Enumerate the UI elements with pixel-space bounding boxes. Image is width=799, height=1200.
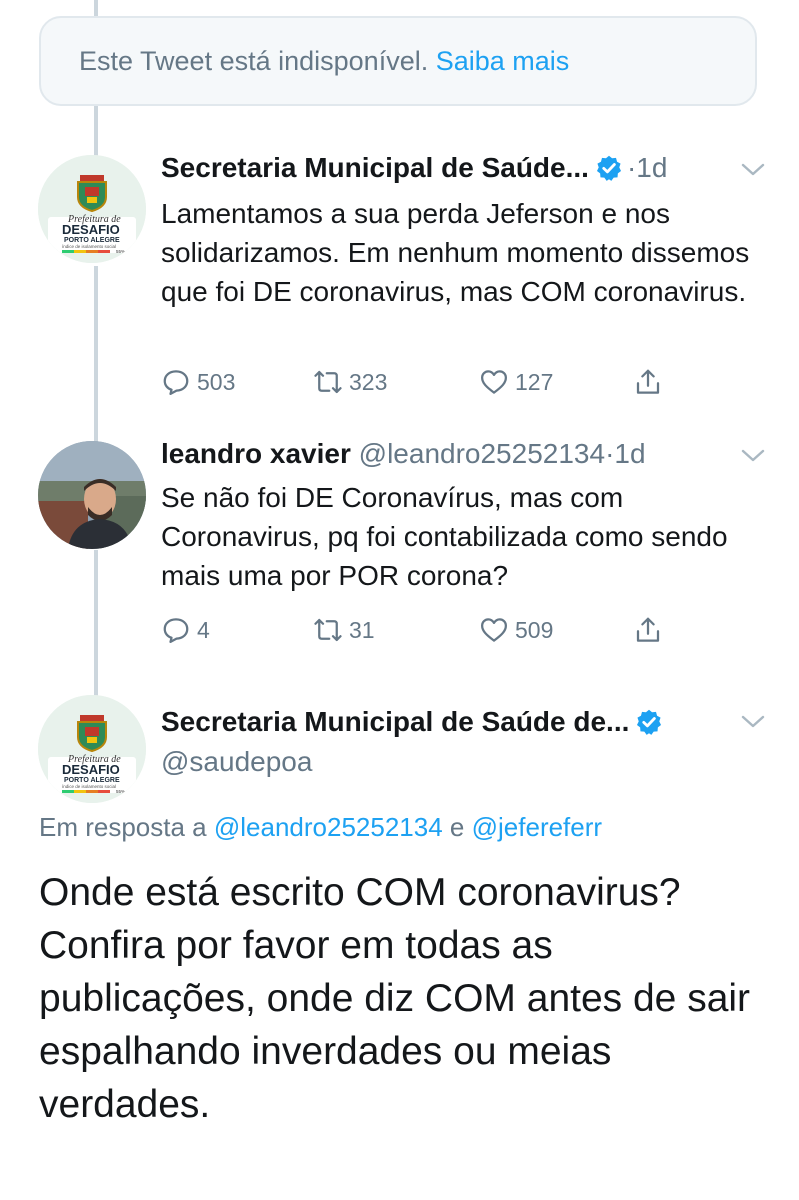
avatar[interactable]	[38, 441, 146, 549]
reply-prefix: Em resposta a	[39, 812, 207, 842]
retweet-button[interactable]: 323	[313, 362, 387, 402]
avatar[interactable]: Prefeitura de DESAFIO PORTO ALEGRE índic…	[38, 155, 146, 263]
verified-badge-icon	[637, 709, 662, 735]
verified-badge-icon	[596, 155, 621, 181]
tweet-header: leandro xavier @leandro25252134·1d	[161, 436, 646, 472]
reply-count: 503	[197, 368, 236, 395]
author-name[interactable]: Secretaria Municipal de Saúde de...	[161, 706, 629, 737]
tweet-header: Secretaria Municipal de Saúde... ·1d	[161, 150, 667, 186]
separator-dot: ·	[605, 438, 615, 469]
avatar-logo-line4: índice de isolamento social	[62, 784, 116, 789]
separator-dot: ·	[626, 152, 637, 183]
tweet-actions: 4 31 509	[161, 610, 681, 650]
retweet-count: 323	[349, 368, 388, 395]
heart-icon	[481, 370, 507, 394]
thread-line-top	[94, 0, 98, 16]
chevron-down-icon[interactable]	[740, 448, 766, 464]
mention-link[interactable]: @leandro25252134	[214, 812, 443, 842]
reply-icon	[163, 370, 189, 395]
reply-context: Em resposta a @leandro25252134 e @jefere…	[39, 812, 602, 843]
like-button[interactable]: 127	[479, 362, 553, 402]
author-handle[interactable]: @leandro25252134	[359, 438, 605, 469]
tweet-text: Se não foi DE Coronavírus, mas com Coron…	[161, 482, 728, 591]
reply-button[interactable]: 4	[161, 610, 210, 650]
avatar-logo-line4: índice de isolamento social	[62, 244, 116, 249]
reply-conjunction: e	[449, 812, 465, 842]
timestamp[interactable]: 1d	[614, 438, 645, 469]
thread-line-connector	[94, 550, 98, 696]
learn-more-link[interactable]: Saiba mais	[436, 46, 570, 76]
thread-line-connector	[94, 106, 98, 156]
avatar-logo-line2: DESAFIO	[62, 762, 120, 777]
unavailable-tweet-notice: Este Tweet está indisponível. Saiba mais	[39, 16, 757, 106]
avatar[interactable]: Prefeitura de DESAFIO PORTO ALEGRE índic…	[38, 695, 146, 803]
avatar-logo-line3: PORTO ALEGRE	[64, 237, 120, 244]
reply-button[interactable]: 503	[161, 362, 235, 402]
mention-link[interactable]: @jefereferr	[472, 812, 602, 842]
user-photo	[38, 441, 146, 549]
share-icon	[636, 369, 660, 394]
author-handle[interactable]: @saudepoa	[161, 744, 312, 780]
author-name[interactable]: leandro xavier	[161, 438, 351, 469]
retweet-count: 31	[349, 616, 375, 643]
reply-icon	[163, 618, 189, 643]
retweet-icon	[314, 370, 342, 394]
avatar-logo-line3: PORTO ALEGRE	[64, 777, 120, 784]
thread-line-connector	[94, 266, 98, 442]
main-tweet-text: Onde está escrito COM coronavirus? Confi…	[39, 871, 751, 1126]
share-icon	[636, 617, 660, 642]
retweet-button[interactable]: 31	[313, 610, 375, 650]
avatar-logo-line5: 55%	[116, 789, 125, 794]
timestamp[interactable]: 1d	[636, 152, 667, 183]
chevron-down-icon[interactable]	[740, 162, 766, 178]
like-count: 127	[515, 368, 554, 395]
unavailable-text: Este Tweet está indisponível.	[79, 46, 429, 76]
share-button[interactable]	[633, 362, 669, 402]
like-count: 509	[515, 616, 554, 643]
retweet-icon	[314, 618, 342, 642]
tweet-actions: 503 323 127	[161, 362, 681, 402]
avatar-logo-line2: DESAFIO	[62, 222, 120, 237]
chevron-down-icon[interactable]	[740, 714, 766, 730]
avatar-logo-line5: 55%	[116, 249, 125, 254]
prefeitura-logo-icon: Prefeitura de DESAFIO PORTO ALEGRE índic…	[38, 155, 146, 263]
like-button[interactable]: 509	[479, 610, 553, 650]
heart-icon	[481, 618, 507, 642]
author-name[interactable]: Secretaria Municipal de Saúde...	[161, 152, 589, 183]
tweet-header: Secretaria Municipal de Saúde de...	[161, 704, 663, 740]
tweet-text: Lamentamos a sua perda Jeferson e nos so…	[161, 198, 750, 307]
reply-count: 4	[197, 616, 210, 643]
share-button[interactable]	[633, 610, 669, 650]
prefeitura-logo-icon: Prefeitura de DESAFIO PORTO ALEGRE índic…	[38, 695, 146, 803]
